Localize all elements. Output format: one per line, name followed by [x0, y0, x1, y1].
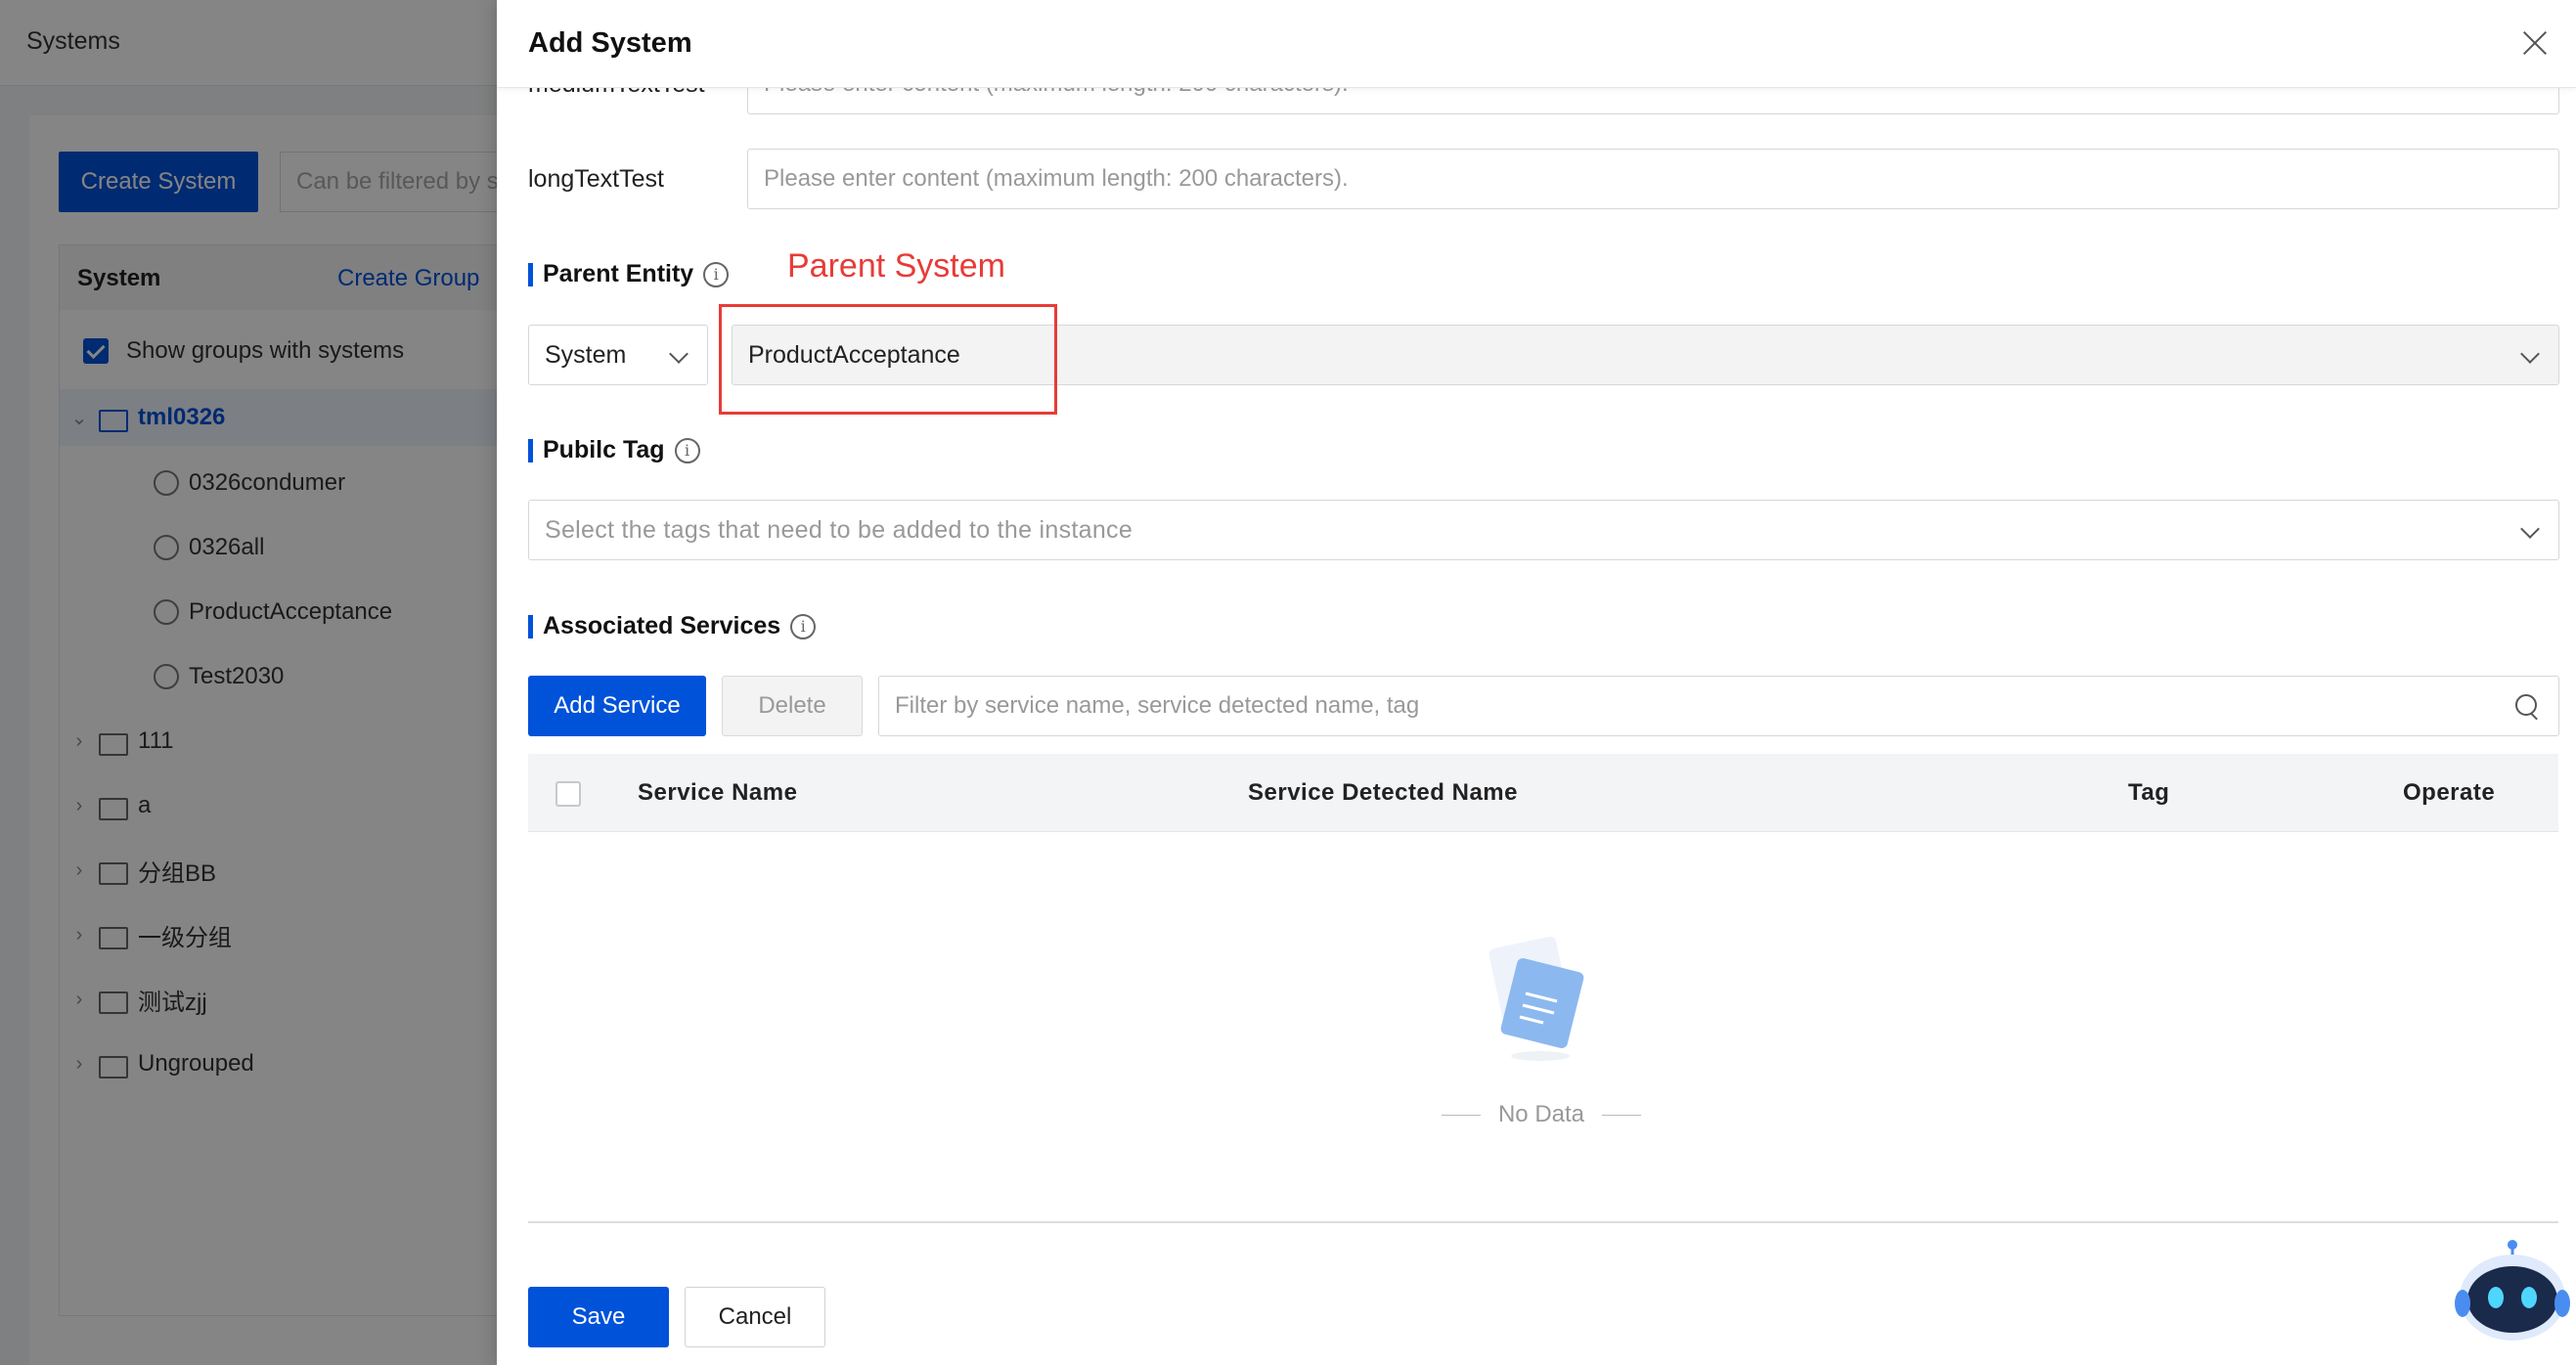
column-service-detected-name[interactable]: Service Detected Name — [1248, 779, 1518, 807]
close-icon[interactable] — [2517, 25, 2553, 61]
add-service-button[interactable]: Add Service — [528, 676, 706, 736]
cancel-button[interactable]: Cancel — [685, 1287, 825, 1347]
select-all-checkbox[interactable] — [555, 781, 581, 807]
section-marker — [528, 614, 533, 638]
footer-divider — [528, 1221, 2558, 1223]
section-marker — [528, 438, 533, 462]
associated-services-label: Associated Services — [543, 612, 781, 639]
public-tag-placeholder: Select the tags that need to be added to… — [545, 515, 1133, 544]
chevron-down-icon — [2520, 519, 2540, 539]
column-operate: Operate — [2403, 779, 2496, 806]
long-text-label: longTextTest — [528, 165, 664, 193]
empty-document-icon — [1488, 937, 1584, 1061]
empty-dash-left — [1441, 1114, 1481, 1116]
drawer-title: Add System — [528, 27, 692, 59]
drawer-header: Add System — [497, 0, 2576, 88]
service-filter-input[interactable]: Filter by service name, service detected… — [878, 676, 2559, 736]
public-tag-select[interactable]: Select the tags that need to be added to… — [528, 500, 2559, 560]
chevron-down-icon — [2520, 344, 2540, 364]
parent-entity-title: Parent Entity i — [528, 260, 730, 288]
chevron-down-icon — [669, 344, 688, 364]
search-icon[interactable] — [2515, 694, 2541, 720]
column-tag[interactable]: Tag — [2128, 779, 2169, 807]
empty-state-text: No Data — [1346, 1101, 1737, 1128]
public-tag-title: Pubilc Tag i — [528, 436, 700, 464]
info-icon[interactable]: i — [703, 261, 730, 287]
service-filter-placeholder: Filter by service name, service detected… — [895, 692, 1420, 719]
empty-dash-right — [1602, 1114, 1642, 1116]
parent-type-value: System — [545, 340, 627, 369]
annotation-parent-system: Parent System — [787, 247, 1005, 285]
associated-services-title: Associated Services i — [528, 612, 817, 640]
long-text-input[interactable]: Please enter content (maximum length: 20… — [747, 149, 2559, 209]
modal-mask[interactable] — [0, 0, 497, 1365]
delete-button[interactable]: Delete — [722, 676, 863, 736]
annotation-highlight-box — [719, 304, 1057, 415]
public-tag-label: Pubilc Tag — [543, 436, 665, 463]
parent-entity-label: Parent Entity — [543, 260, 694, 287]
info-icon[interactable]: i — [790, 613, 817, 639]
services-table-header: Service Name Service Detected Name Tag O… — [528, 754, 2558, 832]
no-data-label: No Data — [1497, 1101, 1585, 1127]
parent-type-select[interactable]: System — [528, 325, 708, 385]
section-marker — [528, 262, 533, 286]
column-service-name[interactable]: Service Name — [638, 779, 797, 807]
add-system-drawer: Add System mediumTextTest Please enter c… — [497, 0, 2576, 1365]
save-button[interactable]: Save — [528, 1287, 669, 1347]
robot-assistant-icon[interactable] — [2453, 1235, 2572, 1352]
info-icon[interactable]: i — [674, 437, 700, 463]
